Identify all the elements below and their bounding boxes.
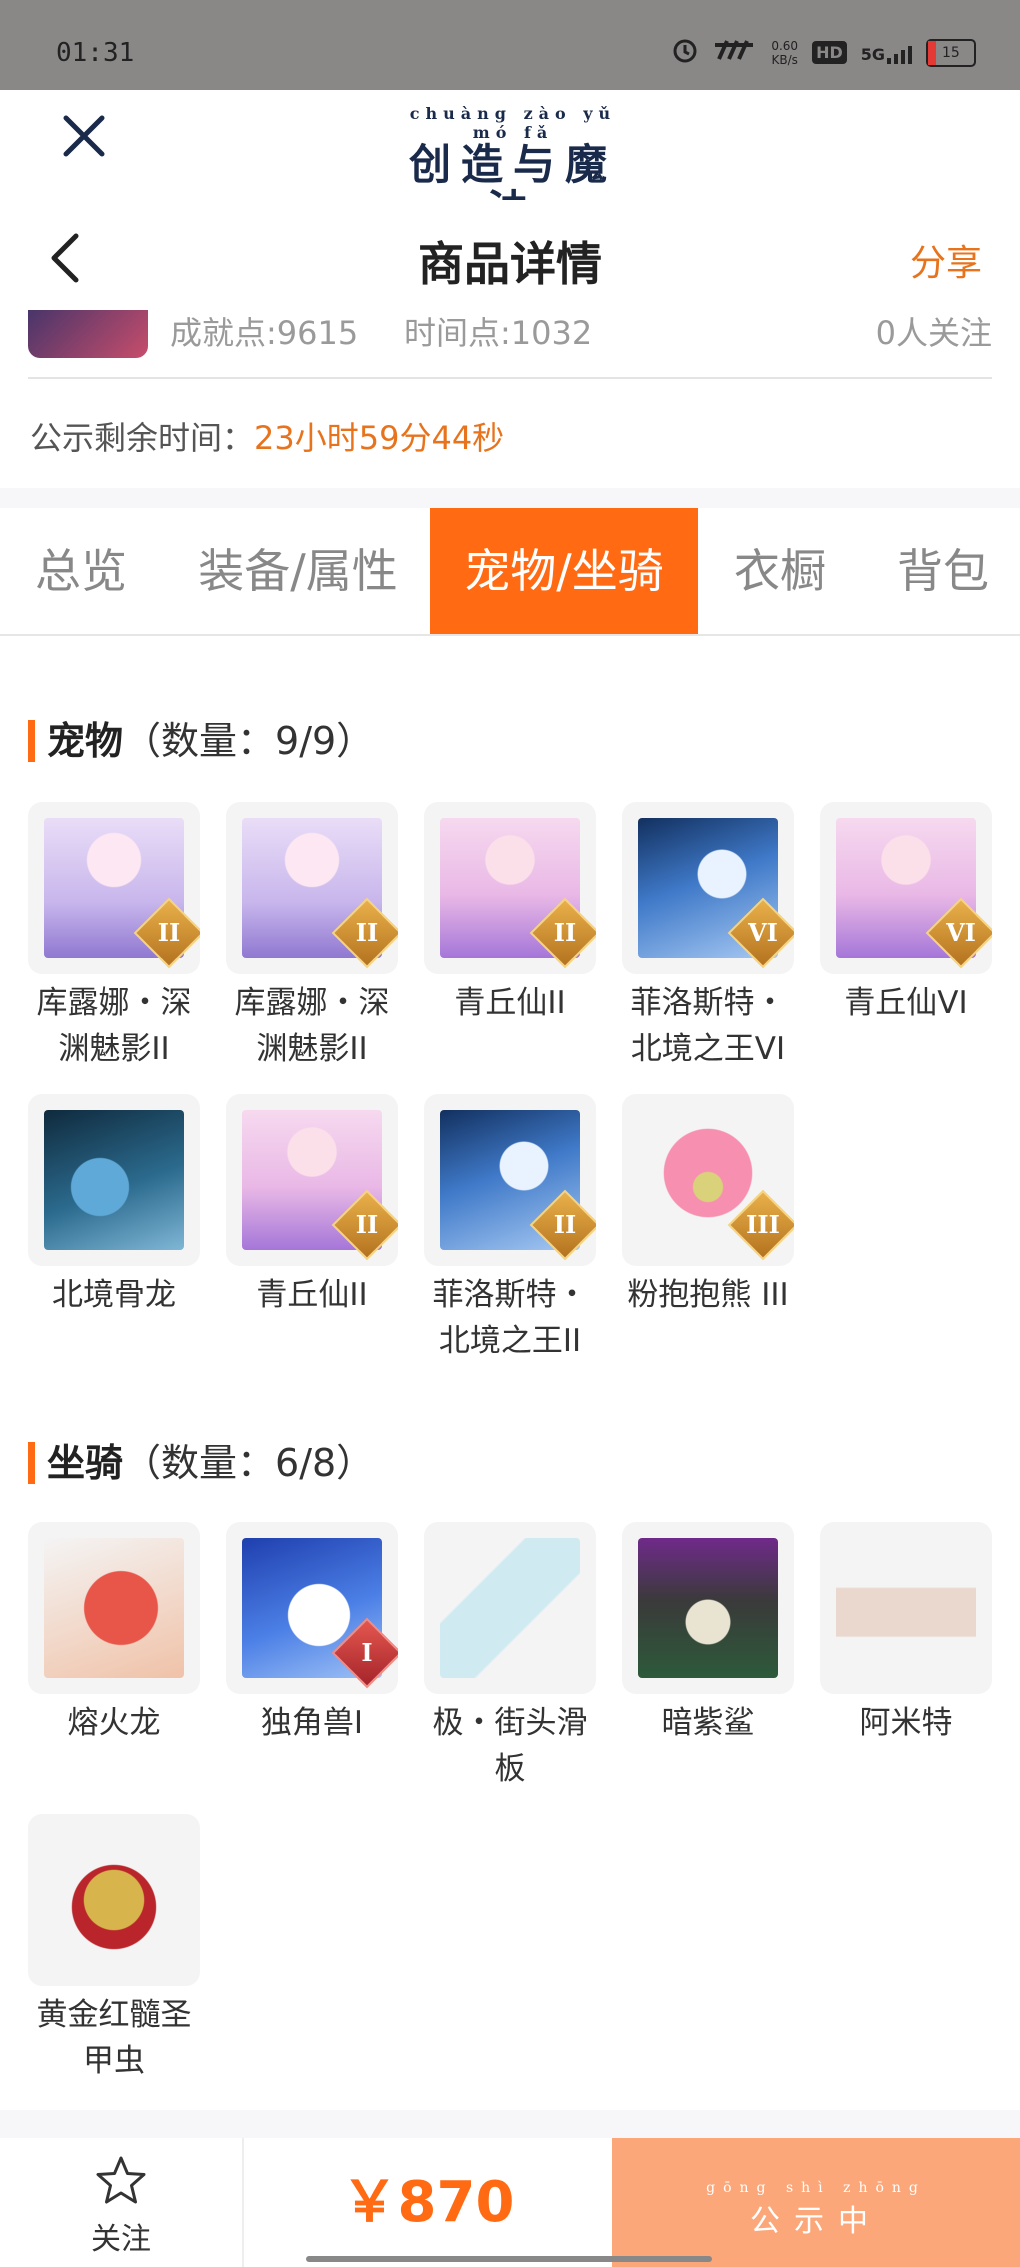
status-icons: 0.60 KB/s HD 5G 15: [671, 36, 976, 69]
pet-name: 青丘仙VI: [844, 985, 968, 1021]
home-indicator[interactable]: [306, 2256, 712, 2262]
pet-level-badge: II: [355, 918, 379, 947]
profile-strip: 成就点:9615 时间点:1032 0人关注: [28, 310, 992, 380]
pet-level-badge: VI: [946, 918, 976, 947]
pet-item[interactable]: II 菲洛斯特・北境之王II: [424, 1094, 596, 1364]
tab-overview[interactable]: 总览: [0, 508, 162, 634]
cta-pinyin: gōng shì zhōng: [706, 2180, 926, 2196]
countdown-label: 公示剩余时间：: [30, 419, 255, 457]
pet-level-badge: II: [553, 1210, 577, 1239]
hd-badge: HD: [812, 41, 847, 64]
pet-name: 青丘仙II: [454, 985, 566, 1021]
mount-fire-dragon-icon: [44, 1538, 184, 1678]
mount-item[interactable]: I 独角兽I: [226, 1522, 398, 1746]
battery-level: 15: [942, 44, 960, 61]
mounts-title: 坐骑: [47, 1441, 124, 1485]
tab-wardrobe[interactable]: 衣橱: [706, 508, 854, 634]
signal-bars-icon: [887, 42, 912, 64]
mounts-count: （数量：6/8）: [123, 1441, 375, 1485]
pet-name: 菲洛斯特・北境之王II: [432, 1277, 588, 1359]
pet-level-badge: III: [746, 1210, 780, 1239]
time-points: 时间点:1032: [404, 314, 593, 352]
publicity-button[interactable]: gōng shì zhōng 公示中: [612, 2138, 1020, 2267]
pets-count: （数量：9/9）: [123, 719, 375, 763]
mount-golden-beetle-icon: [44, 1830, 184, 1970]
mount-level-badge: I: [361, 1638, 373, 1667]
pet-name: 粉抱抱熊 III: [627, 1277, 789, 1313]
price: ￥870: [341, 2170, 515, 2235]
mount-name: 黄金红髓圣甲虫: [36, 1997, 192, 2079]
close-icon[interactable]: [58, 110, 110, 162]
mount-name: 熔火龙: [67, 1705, 161, 1741]
pet-bone-dragon-icon: [44, 1110, 184, 1250]
network-label: 5G: [860, 44, 885, 64]
follow-button[interactable]: 关注: [0, 2138, 244, 2267]
pet-level-badge: II: [553, 918, 577, 947]
pet-item[interactable]: II 青丘仙II: [226, 1094, 398, 1318]
battery-icon: 15: [926, 38, 976, 67]
pet-item[interactable]: II 库露娜・深渊魅影II: [28, 802, 200, 1072]
pet-level-badge: II: [355, 1210, 379, 1239]
mount-name: 暗紫鲨: [661, 1705, 755, 1741]
carrier-icon: [713, 39, 757, 66]
divider: [28, 377, 992, 379]
mount-item[interactable]: 暗紫鲨: [622, 1522, 794, 1746]
pet-name: 菲洛斯特・北境之王VI: [630, 985, 786, 1067]
mount-name: 阿米特: [859, 1705, 953, 1741]
mount-item[interactable]: 黄金红髓圣甲虫: [28, 1814, 200, 2084]
pet-name: 北境骨龙: [52, 1277, 176, 1313]
mount-ammit-icon: [836, 1538, 976, 1678]
pet-item[interactable]: VI 菲洛斯特・北境之王VI: [622, 802, 794, 1072]
avatar: [28, 310, 148, 358]
mounts-section-title: 坐骑（数量：6/8）: [28, 1432, 374, 1487]
net-speed: 0.60 KB/s: [771, 38, 799, 67]
mount-name: 独角兽I: [260, 1705, 364, 1741]
star-icon: [96, 2156, 146, 2204]
mount-name: 极・街头滑板: [432, 1705, 588, 1787]
network-type: 5G: [861, 42, 912, 64]
tab-equipment[interactable]: 装备/属性: [174, 508, 422, 634]
pet-item[interactable]: II 库露娜・深渊魅影II: [226, 802, 398, 1072]
countdown: 公示剩余时间：23小时59分44秒: [30, 413, 504, 459]
countdown-value: 23小时59分44秒: [254, 419, 505, 457]
status-bar: 01:31 0.60 KB/s HD 5G 15: [0, 0, 1020, 90]
mount-item[interactable]: 熔火龙: [28, 1522, 200, 1746]
mount-skateboard-icon: [440, 1538, 580, 1678]
tab-backpack[interactable]: 背包: [866, 508, 1020, 634]
pet-item[interactable]: VI 青丘仙VI: [820, 802, 992, 1026]
page-title: 商品详情: [418, 237, 602, 291]
tab-bar: 总览 装备/属性 宠物/坐骑 衣橱 背包: [0, 508, 1020, 636]
pet-name: 库露娜・深渊魅影II: [36, 985, 192, 1067]
achievement-points: 成就点:9615: [170, 314, 359, 352]
mount-item[interactable]: 极・街头滑板: [424, 1522, 596, 1792]
alarm-icon: [671, 36, 699, 69]
mount-purple-shark-icon: [638, 1538, 778, 1678]
section-gap: [0, 488, 1020, 508]
share-button[interactable]: 分享: [910, 234, 982, 286]
app-logo: chuàng zào yǔ mó fǎ 创造与魔法: [388, 104, 638, 234]
pet-item[interactable]: III 粉抱抱熊 III: [622, 1094, 794, 1318]
pet-name: 库露娜・深渊魅影II: [234, 985, 390, 1067]
pet-item[interactable]: 北境骨龙: [28, 1094, 200, 1318]
pet-level-badge: VI: [748, 918, 778, 947]
pets-section-title: 宠物（数量：9/9）: [28, 710, 374, 765]
pet-name: 青丘仙II: [256, 1277, 368, 1313]
tab-pets-mounts[interactable]: 宠物/坐骑: [430, 508, 698, 634]
pets-title: 宠物: [47, 719, 124, 763]
status-time: 01:31: [56, 38, 135, 68]
pet-level-badge: II: [157, 918, 181, 947]
pet-item[interactable]: II 青丘仙II: [424, 802, 596, 1026]
bottom-gap: [0, 2110, 1020, 2138]
follow-label: 关注: [91, 2222, 151, 2257]
cta-label: 公示中: [750, 2204, 882, 2239]
nav-bar: 商品详情 分享: [0, 200, 1020, 310]
logo-pinyin: chuàng zào yǔ mó fǎ: [409, 104, 617, 142]
mount-item[interactable]: 阿米特: [820, 1522, 992, 1746]
bottom-bar: 关注 ￥870 gōng shì zhōng 公示中: [0, 2138, 1020, 2267]
follower-count: 0人关注: [875, 314, 992, 352]
